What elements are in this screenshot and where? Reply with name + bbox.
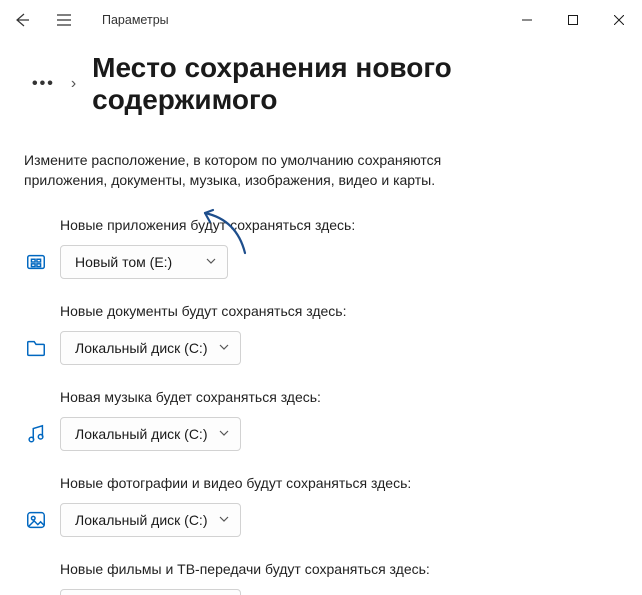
chevron-right-icon: › [71, 75, 76, 93]
music-location-label: Новая музыка будет сохраняться здесь: [60, 389, 618, 405]
dropdown-value: Локальный диск (C:) [75, 426, 208, 442]
photos-location-label: Новые фотографии и видео будут сохранять… [60, 475, 618, 491]
movies-location-dropdown[interactable]: Локальный диск (C:) [60, 589, 241, 595]
documents-location-label: Новые документы будут сохраняться здесь: [60, 303, 618, 319]
photos-location-dropdown[interactable]: Локальный диск (C:) [60, 503, 241, 537]
back-button[interactable] [10, 8, 34, 32]
movies-location-label: Новые фильмы и ТВ-передачи будут сохраня… [60, 561, 618, 577]
music-icon [24, 422, 48, 446]
page-title: Место сохранения нового содержимого [92, 52, 622, 116]
minimize-button[interactable] [504, 4, 550, 36]
dropdown-value: Локальный диск (C:) [75, 512, 208, 528]
close-button[interactable] [596, 4, 642, 36]
apps-location-label: Новые приложения будут сохраняться здесь… [60, 217, 618, 233]
hamburger-menu-button[interactable] [52, 8, 76, 32]
chevron-down-icon [218, 340, 230, 356]
dropdown-value: Локальный диск (C:) [75, 340, 208, 356]
chevron-down-icon [218, 426, 230, 442]
chevron-down-icon [218, 512, 230, 528]
documents-icon [24, 336, 48, 360]
music-location-dropdown[interactable]: Локальный диск (C:) [60, 417, 241, 451]
app-title: Параметры [102, 13, 169, 27]
photos-icon [24, 508, 48, 532]
maximize-button[interactable] [550, 4, 596, 36]
apps-location-dropdown[interactable]: Новый том (E:) [60, 245, 228, 279]
chevron-down-icon [205, 254, 217, 270]
documents-location-dropdown[interactable]: Локальный диск (C:) [60, 331, 241, 365]
breadcrumb-ellipsis[interactable]: ••• [32, 75, 55, 93]
page-description: Измените расположение, в котором по умол… [0, 124, 520, 201]
breadcrumb: ••• › Место сохранения нового содержимог… [0, 40, 642, 124]
apps-icon [24, 250, 48, 274]
dropdown-value: Новый том (E:) [75, 254, 172, 270]
